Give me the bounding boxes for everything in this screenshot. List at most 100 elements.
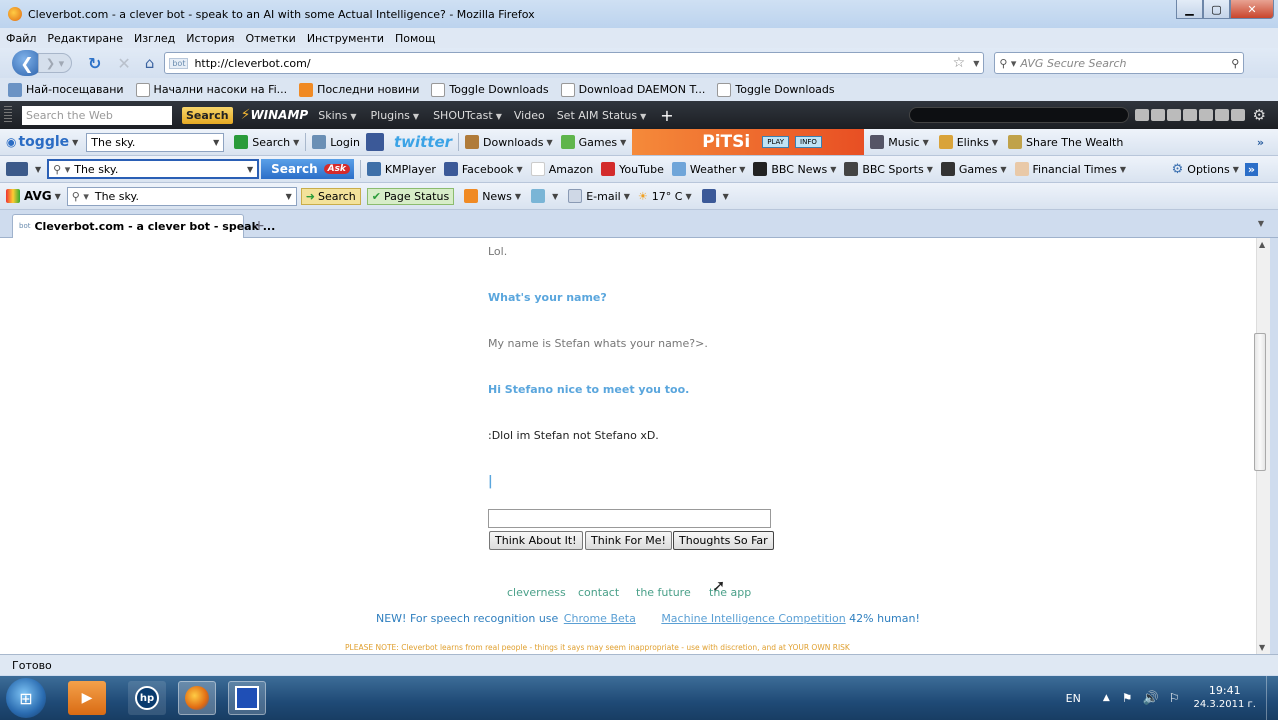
avg-weather[interactable]: ☀ 17° C ▼ — [638, 190, 692, 203]
home-icon[interactable]: ⌂ — [145, 54, 155, 72]
toggle-downloads[interactable]: Downloads ▼ — [465, 135, 553, 149]
tab-cleverbot[interactable]: bot Cleverbot.com - a clever bot - speak… — [12, 213, 275, 238]
toggle-share[interactable]: Share The Wealth — [1008, 135, 1123, 149]
menu-file[interactable]: Файл — [6, 32, 36, 45]
winamp-search-button[interactable]: Search — [182, 106, 233, 124]
twitter-logo[interactable]: twitter — [394, 133, 452, 151]
toggle-elinks[interactable]: Elinks ▼ — [938, 135, 998, 149]
clock[interactable]: 19:41 24.3.2011 г. — [1193, 684, 1256, 712]
avg-logo[interactable]: AVG — [6, 189, 52, 203]
gear-icon[interactable]: ⚙ — [1253, 106, 1266, 124]
hp-taskbar-icon[interactable]: hp — [128, 681, 166, 715]
ask-link-amazon[interactable]: Amazon — [530, 162, 593, 176]
new-tab-button[interactable]: + — [248, 216, 270, 236]
bookmark-item[interactable]: Начални насоки на Fi... — [135, 82, 287, 97]
menu-history[interactable]: История — [186, 32, 234, 45]
menu-tools[interactable]: Инструменти — [307, 32, 384, 45]
search-engine-icon[interactable]: ⚲ ▾ — [999, 57, 1016, 70]
menu-view[interactable]: Изглед — [134, 32, 175, 45]
ask-search-button[interactable]: Search Ask — [261, 159, 354, 179]
competition-link[interactable]: Machine Intelligence Competition — [661, 612, 845, 625]
winamp-plugins[interactable]: Plugins ▼ — [371, 109, 420, 122]
url-bar[interactable]: bot http://cleverbot.com/ ☆ ▼ — [164, 52, 985, 74]
avg-search-button[interactable]: ➜ Search — [300, 187, 361, 205]
ask-link-facebook[interactable]: Facebook ▼ — [443, 162, 523, 176]
winamp-search-input[interactable]: Search the Web — [22, 105, 172, 125]
avg-facebook[interactable]: ▼ — [701, 189, 729, 203]
firefox-taskbar-icon[interactable] — [178, 681, 216, 715]
pitsi-play-button[interactable]: PLAY — [762, 136, 790, 148]
ask-link-games[interactable]: Games ▼ — [940, 162, 1007, 176]
ask-link-bbc-sports[interactable]: BBC Sports ▼ — [844, 162, 933, 176]
footer-link-contact[interactable]: contact — [578, 586, 619, 599]
app-taskbar-icon[interactable] — [228, 681, 266, 715]
avg-email[interactable]: E-mail ▼ — [568, 189, 630, 203]
bookmark-item[interactable]: Последни новини — [299, 82, 419, 97]
start-button[interactable]: ⊞ — [6, 678, 46, 718]
toggle-logo[interactable]: ◉ toggle — [6, 134, 69, 150]
url-dropdown-icon[interactable]: ▼ — [973, 59, 979, 68]
stop-icon[interactable]: ✕ — [117, 54, 130, 73]
toggle-music[interactable]: Music ▼ — [870, 135, 929, 149]
winamp-shoutcast[interactable]: SHOUTcast ▼ — [433, 109, 502, 122]
ask-link-youtube[interactable]: YouTube — [601, 162, 664, 176]
tray-expand-icon[interactable]: ▲ — [1103, 693, 1110, 703]
forward-button[interactable]: ❯ ▾ — [38, 53, 72, 73]
web-search-box[interactable]: ⚲ ▾ AVG Secure Search ⚲ — [994, 52, 1245, 74]
ask-link-kmplayer[interactable]: KMPlayer — [366, 162, 436, 176]
winamp-video[interactable]: Video — [514, 109, 545, 122]
media-player-taskbar-icon[interactable]: ▶ — [68, 681, 106, 715]
volume-icon[interactable]: 🔊 — [1143, 691, 1159, 706]
bookmark-item[interactable]: Най-посещавани — [8, 82, 124, 97]
maximize-button[interactable]: ▢ — [1203, 0, 1230, 19]
ask-link-weather[interactable]: Weather ▼ — [671, 162, 745, 176]
reload-icon[interactable]: ↻ — [88, 54, 101, 73]
bookmark-item[interactable]: Toggle Downloads — [431, 82, 549, 97]
avg-news[interactable]: News ▼ — [464, 189, 521, 203]
add-icon[interactable]: + — [660, 106, 673, 125]
scroll-down-icon[interactable]: ▼ — [1259, 643, 1265, 652]
chat-input[interactable] — [488, 509, 771, 528]
player-controls[interactable] — [1134, 109, 1245, 121]
chrome-beta-link[interactable]: Chrome Beta — [564, 612, 636, 625]
footer-link-future[interactable]: the future — [636, 586, 691, 599]
minimize-button[interactable]: ▁ — [1176, 0, 1203, 19]
toggle-search-button[interactable]: Search ▼ — [234, 135, 299, 149]
footer-link-cleverness[interactable]: cleverness — [507, 586, 566, 599]
tab-list-icon[interactable]: ▼ — [1258, 219, 1264, 228]
think-about-it-button[interactable]: Think About It! — [489, 531, 583, 550]
show-desktop-button[interactable] — [1266, 676, 1278, 720]
ask-link-ft[interactable]: Financial Times ▼ — [1014, 162, 1126, 176]
search-icon[interactable]: ⚲ — [1231, 57, 1239, 70]
winamp-skins[interactable]: Skins ▼ — [318, 109, 356, 122]
ask-options[interactable]: ⚙ Options ▼ — [1172, 162, 1239, 177]
winamp-aim-status[interactable]: Set AIM Status ▼ — [557, 109, 647, 122]
toolbar-more-icon[interactable]: » — [1257, 136, 1264, 149]
think-for-me-button[interactable]: Think For Me! — [585, 531, 672, 550]
language-indicator[interactable]: EN — [1066, 692, 1081, 705]
action-center-icon[interactable]: ⚐ — [1169, 691, 1180, 705]
avg-widget-icon[interactable]: ▼ — [531, 189, 558, 203]
pitsi-banner[interactable]: PiTSi PLAY INFO — [632, 129, 865, 155]
network-icon[interactable]: ⚑ — [1122, 691, 1133, 705]
scrollbar-thumb[interactable] — [1254, 333, 1266, 471]
menu-bookmarks[interactable]: Отметки — [245, 32, 295, 45]
facebook-icon[interactable] — [365, 133, 384, 151]
ask-link-bbc-news[interactable]: BBC News ▼ — [753, 162, 836, 176]
toggle-login[interactable]: Login — [312, 135, 360, 149]
ask-more-icon[interactable]: » — [1244, 162, 1258, 176]
toggle-search-input[interactable]: The sky. ▼ — [86, 132, 225, 152]
ask-search-input[interactable]: ⚲ ▾ The sky. ▼ — [47, 159, 260, 179]
menu-edit[interactable]: Редактиране — [47, 32, 123, 45]
bookmark-item[interactable]: Toggle Downloads — [717, 82, 835, 97]
page-status-button[interactable]: ✔ Page Status — [366, 187, 455, 205]
toggle-games[interactable]: Games ▼ — [560, 135, 626, 149]
bookmark-item[interactable]: Download DAEMON T... — [560, 82, 705, 97]
bookmark-star-icon[interactable]: ☆ — [953, 55, 966, 71]
thoughts-so-far-button[interactable]: Thoughts So Far — [673, 531, 774, 550]
scroll-up-icon[interactable]: ▲ — [1259, 240, 1265, 249]
pitsi-info-button[interactable]: INFO — [795, 136, 822, 148]
avg-search-input[interactable]: ⚲ ▾ The sky. ▼ — [66, 186, 297, 206]
menu-help[interactable]: Помощ — [395, 32, 435, 45]
close-button[interactable]: ✕ — [1230, 0, 1274, 19]
